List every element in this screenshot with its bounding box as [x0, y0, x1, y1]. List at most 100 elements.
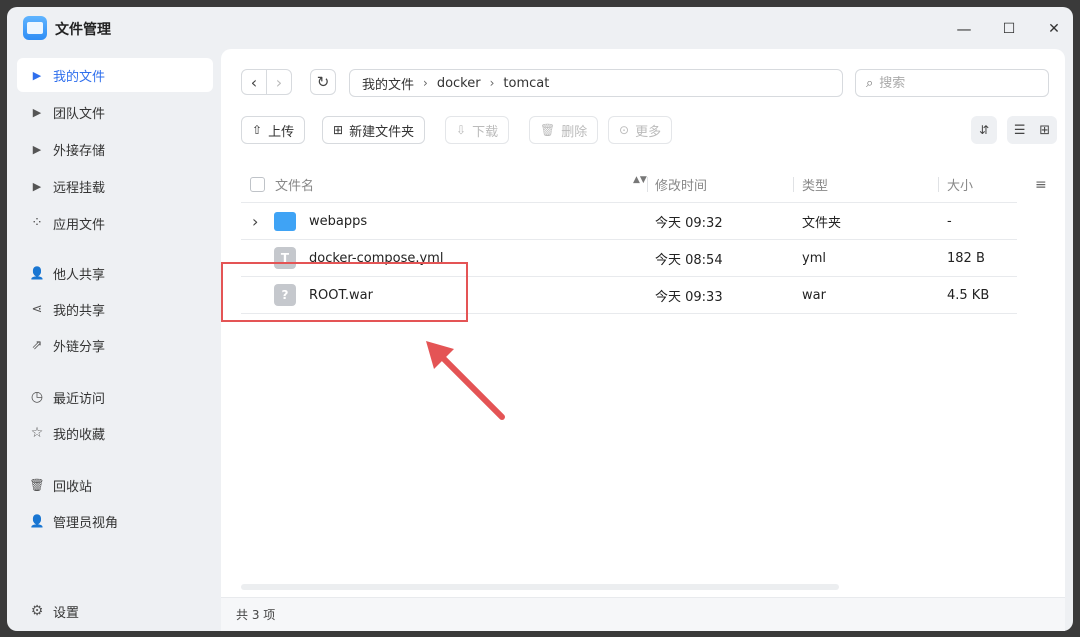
external-link-icon: ⇗ [31, 337, 43, 353]
caret-right-icon: ▶ [32, 68, 42, 82]
column-divider[interactable] [793, 177, 794, 192]
back-button[interactable]: ‹ [241, 69, 267, 95]
sidebar-item-settings[interactable]: ⚙ 设置 [17, 594, 213, 628]
caret-right-icon: ▶ [32, 105, 42, 119]
sidebar-item-label: 外链分享 [53, 339, 106, 355]
table-header: 文件名 ▲▼ 修改时间 类型 大小 [241, 166, 1017, 203]
column-settings-icon[interactable]: ≡ [1035, 177, 1047, 193]
breadcrumb-item[interactable]: 我的文件 [362, 74, 414, 93]
more-label: 更多 [635, 124, 662, 140]
sidebar-item-favorites[interactable]: ☆ 我的收藏 [17, 416, 213, 450]
sidebar-item-shared-with-me[interactable]: 👤 他人共享 [17, 256, 213, 290]
sort-button[interactable]: ⇵ [971, 116, 997, 144]
file-modified: 今天 09:32 [655, 215, 723, 231]
more-icon: ⊙ [619, 123, 630, 137]
sidebar-item-recent[interactable]: ◷ 最近访问 [17, 380, 213, 414]
column-header-type[interactable]: 类型 [802, 166, 828, 202]
horizontal-scrollbar[interactable] [241, 584, 839, 590]
search-box: ⌕ [855, 69, 1049, 97]
sidebar-item-label: 远程挂载 [53, 180, 106, 196]
select-all-checkbox[interactable] [250, 177, 265, 192]
file-name: webapps [309, 213, 368, 229]
sidebar-item-label: 我的收藏 [53, 427, 106, 443]
folder-icon [274, 212, 296, 231]
sidebar-item-team-files[interactable]: ▶ 团队文件 [17, 95, 213, 129]
file-type: 文件夹 [802, 215, 842, 231]
upload-label: 上传 [268, 124, 295, 140]
view-toggle: ☰ ⊞ [1007, 116, 1057, 144]
admin-icon: 👤 [29, 514, 45, 528]
sidebar-item-admin-view[interactable]: 👤 管理员视角 [17, 504, 213, 538]
column-header-name[interactable]: 文件名 [275, 166, 314, 202]
new-folder-button[interactable]: ⊞ 新建文件夹 [322, 116, 426, 144]
search-input[interactable] [879, 75, 1030, 91]
sidebar-item-recycle-bin[interactable]: 🗑 回收站 [17, 468, 213, 502]
sidebar-item-label: 最近访问 [53, 391, 106, 407]
sidebar-item-label: 回收站 [53, 479, 93, 495]
forward-button[interactable]: › [266, 69, 292, 95]
download-button[interactable]: ⇩ 下载 [445, 116, 510, 144]
sidebar-item-label: 他人共享 [53, 267, 106, 283]
minimize-button[interactable]: — [952, 17, 976, 41]
sidebar-item-label: 我的共享 [53, 303, 106, 319]
trash-icon: 🗑 [540, 123, 556, 137]
upload-button[interactable]: ⇧ 上传 [241, 116, 306, 144]
sidebar: ▶ 我的文件 ▶ 团队文件 ▶ 外接存储 ▶ 远程挂载 ⁘ 应用文件 👤 他人共… [7, 49, 221, 631]
title-bar: 文件管理 — ☐ ✕ [7, 7, 1073, 49]
chevron-left-icon: ‹ [250, 72, 258, 92]
maximize-button[interactable]: ☐ [997, 17, 1021, 41]
item-count: 共 3 项 [236, 608, 276, 622]
list-view-icon[interactable]: ☰ [1014, 123, 1026, 138]
main-panel: ‹ › ↻ 我的文件 › docker › tomcat ⌕ ⇧ 上传 ⊞ 新建… [221, 49, 1065, 631]
sidebar-item-external-links[interactable]: ⇗ 外链分享 [17, 328, 213, 362]
clock-icon: ◷ [30, 389, 44, 405]
file-modified: 今天 09:33 [655, 289, 723, 305]
file-size: - [947, 213, 952, 229]
user-share-icon: 👤 [29, 266, 45, 280]
more-button[interactable]: ⊙ 更多 [608, 116, 673, 144]
grid-view-icon[interactable]: ⊞ [1039, 123, 1050, 138]
sidebar-item-external-storage[interactable]: ▶ 外接存储 [17, 132, 213, 166]
table-row[interactable]: › webapps 今天 09:32 文件夹 - [241, 203, 1017, 240]
sidebar-item-label: 管理员视角 [53, 515, 119, 531]
file-size: 4.5 KB [947, 287, 990, 303]
caret-right-icon: ▶ [32, 142, 42, 156]
breadcrumb-item[interactable]: docker [437, 76, 481, 91]
expand-icon[interactable]: › [252, 212, 258, 231]
refresh-icon: ↻ [316, 73, 330, 91]
column-divider[interactable] [647, 177, 648, 192]
breadcrumb-item[interactable]: tomcat [503, 76, 549, 91]
sidebar-item-label: 设置 [53, 605, 80, 621]
breadcrumb-separator: › [489, 76, 495, 90]
sidebar-item-label: 我的文件 [53, 69, 106, 85]
app-title: 文件管理 [55, 22, 111, 38]
apps-icon: ⁘ [31, 215, 43, 231]
sort-arrows-icon[interactable]: ▲▼ [633, 176, 647, 185]
chevron-right-icon: › [275, 72, 283, 92]
sidebar-item-my-files[interactable]: ▶ 我的文件 [17, 58, 213, 92]
new-folder-icon: ⊞ [333, 123, 344, 137]
sidebar-item-label: 应用文件 [53, 217, 106, 233]
file-type: yml [802, 250, 826, 266]
delete-button[interactable]: 🗑 删除 [529, 116, 599, 144]
refresh-button[interactable]: ↻ [310, 69, 336, 95]
column-header-size[interactable]: 大小 [947, 166, 973, 202]
download-icon: ⇩ [456, 123, 467, 137]
sidebar-item-remote-mount[interactable]: ▶ 远程挂载 [17, 169, 213, 203]
caret-right-icon: ▶ [32, 179, 42, 193]
trash-icon: 🗑 [29, 478, 45, 492]
column-divider[interactable] [938, 177, 939, 192]
sidebar-item-label: 团队文件 [53, 106, 106, 122]
download-label: 下载 [472, 124, 499, 140]
star-icon: ☆ [30, 425, 44, 441]
delete-label: 删除 [561, 124, 588, 140]
annotation-highlight-box [221, 262, 468, 322]
column-header-modified[interactable]: 修改时间 [655, 166, 707, 202]
sidebar-item-app-files[interactable]: ⁘ 应用文件 [17, 206, 213, 240]
search-icon: ⌕ [866, 75, 874, 91]
app-icon [23, 16, 47, 40]
status-bar: 共 3 项 [221, 597, 1065, 631]
new-folder-label: 新建文件夹 [349, 124, 415, 140]
sidebar-item-my-shares[interactable]: ⋖ 我的共享 [17, 292, 213, 326]
close-button[interactable]: ✕ [1042, 17, 1066, 41]
